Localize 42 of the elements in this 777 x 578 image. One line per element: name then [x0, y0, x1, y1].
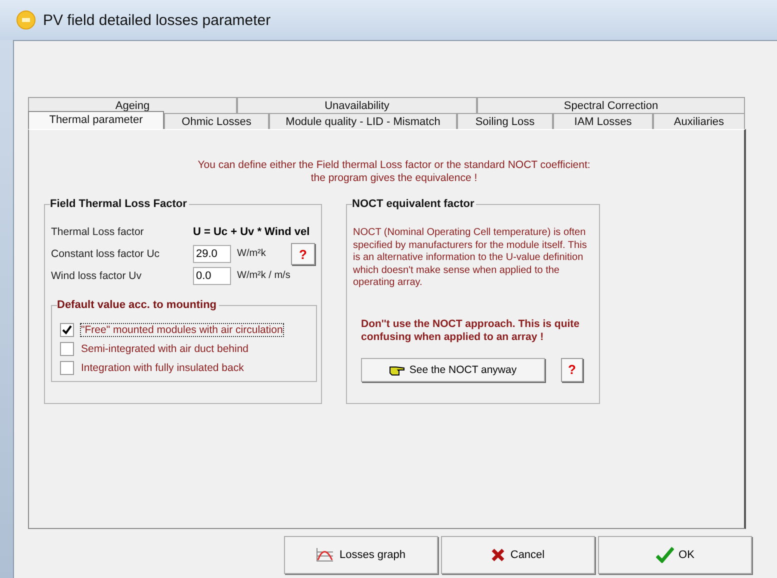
app-icon [16, 10, 36, 30]
group-title: Default value acc. to mounting [57, 299, 219, 311]
tab[interactable]: Ohmic Losses [164, 113, 269, 129]
formula-label: Thermal Loss factor [51, 226, 145, 238]
window-title: PV field detailed losses parameter [43, 12, 271, 28]
checkbox-label[interactable]: Semi-integrated with air duct behind [80, 342, 250, 356]
field-label: Wind loss factor Uv [51, 270, 142, 282]
checkbox-label[interactable]: Integration with fully insulated back [80, 360, 245, 374]
checkbox[interactable] [60, 342, 74, 356]
help-button[interactable]: ? [291, 243, 315, 265]
tab[interactable]: Soiling Loss [457, 113, 553, 129]
unit-label: W/m²k / m/s [237, 269, 291, 283]
tab[interactable]: Spectral Correction [477, 97, 745, 113]
see-noct-button[interactable]: See the NOCT anyway [361, 358, 545, 382]
help-button[interactable]: ? [561, 358, 583, 382]
group-title: NOCT equivalent factor [352, 198, 476, 210]
checkbox[interactable] [60, 322, 74, 336]
group-title: Field Thermal Loss Factor [50, 198, 189, 210]
input-field[interactable]: 0.0 [193, 267, 231, 285]
intro-text: the program gives the equivalence ! [310, 172, 478, 185]
noct-description: NOCT (Nominal Operating Cell temperature) is often specified by manufacturers for the module itself. This is an alternative information to the U-value definition which doesn't make sense when applied to the operating array. [353, 227, 588, 290]
field-label: Constant loss factor Uc [51, 248, 161, 260]
warning-text: Don''t use the NOCT approach. This is quite confusing when applied to an array ! [361, 318, 581, 344]
cross-icon [491, 548, 506, 562]
tab[interactable]: Thermal parameter [28, 111, 164, 129]
ok-button[interactable]: OK [598, 536, 752, 574]
pointing-hand-icon [389, 364, 406, 376]
checkmark-icon [656, 547, 674, 563]
tab[interactable]: IAM Losses [553, 113, 653, 129]
graph-button[interactable]: Losses graph [284, 536, 438, 574]
tab[interactable]: Ageing [28, 97, 237, 113]
tab[interactable]: Unavailability [237, 97, 477, 113]
checkbox-label[interactable]: "Free" mounted modules with air circulation [80, 322, 284, 336]
intro-text: You can define either the Field thermal Loss factor or the standard NOCT coefficient: [198, 159, 590, 172]
tab[interactable]: Module quality - LID - Mismatch [269, 113, 457, 129]
unit-label: W/m²k [237, 247, 267, 261]
tab[interactable]: Auxiliaries [653, 113, 745, 129]
chart-icon [316, 548, 334, 562]
formula-text: U = Uc + Uv * Wind vel [193, 226, 310, 238]
checkbox[interactable] [60, 360, 74, 374]
input-field[interactable]: 29.0 [193, 245, 231, 263]
cancel-button[interactable]: Cancel [441, 536, 595, 574]
